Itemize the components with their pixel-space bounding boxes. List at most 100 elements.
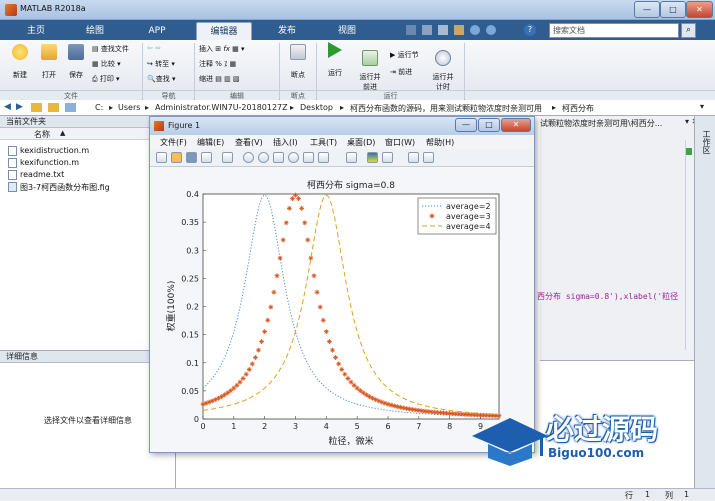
find-button[interactable]: 🔍查找 ▾ [147,74,175,84]
editor-scrollbar[interactable] [685,140,693,350]
link-plot-icon[interactable] [346,152,357,163]
menu-window[interactable]: 窗口(W) [385,137,415,148]
breakpoints-label: 断点 [291,71,305,79]
copy-icon[interactable] [438,25,448,35]
legend-marker [429,213,435,219]
save-label: 保存 [69,71,83,79]
path-segment[interactable]: C: [95,103,103,112]
insert-button[interactable]: 插入 ⊞ fx ▦ ▾ [199,44,245,54]
path-dropdown-icon[interactable]: ▾ [700,102,704,111]
search-docs-input[interactable]: 搜索文档 [549,23,679,38]
data-point-marker [385,401,391,407]
goto-button[interactable]: ↪ 转至 ▾ [147,59,175,69]
colorbar-icon[interactable] [367,152,378,163]
group-label-run: 运行 [317,90,464,100]
data-point-marker [249,361,255,367]
brush-icon[interactable] [318,152,329,163]
rotate-icon[interactable] [288,152,299,163]
file-item[interactable]: readme.txt [20,170,64,179]
legend-entry: average=4 [446,222,491,231]
menu-insert[interactable]: 插入(I) [273,137,298,148]
name-column-header[interactable]: 名称 [34,129,50,140]
file-item[interactable]: kexidistruction.m [20,146,89,155]
save-icon[interactable] [406,25,416,35]
tab-publish[interactable]: 发布 [262,22,312,40]
minimize-button[interactable]: — [634,1,660,18]
hide-tools-icon[interactable] [408,152,419,163]
open-file-icon[interactable] [171,152,182,163]
find-files-button[interactable]: ▤ 查找文件 [92,44,129,54]
data-point-marker [299,205,305,211]
save-ribbon-button[interactable]: 保存 [63,44,89,80]
help-icon[interactable]: ? [524,24,536,36]
save-figure-icon[interactable] [186,152,197,163]
data-point-marker [320,317,326,323]
data-point-marker [302,220,308,226]
tab-home[interactable]: 主页 [14,22,58,40]
menu-edit[interactable]: 编辑(E) [197,137,224,148]
pan-icon[interactable] [273,152,284,163]
row-value: 1 [645,490,651,499]
tab-plots[interactable]: 绘图 [70,22,120,40]
folder-icon[interactable] [48,103,59,112]
path-segment[interactable]: Administrator.WIN7U-20180127Z [155,103,288,112]
back-icon[interactable]: ◀ [4,102,11,112]
close-button[interactable]: ✕ [686,1,713,18]
path-segment[interactable]: Users [118,103,140,112]
run-section-button[interactable]: ▶ 运行节 [390,50,419,60]
show-tools-icon[interactable] [423,152,434,163]
zoom-in-icon[interactable] [243,152,254,163]
run-section-label: 运行节 [397,51,419,59]
tab-view[interactable]: 视图 [322,22,372,40]
paste-icon[interactable] [454,25,464,35]
path-bar[interactable]: ◀ ▶ C: ▸ Users ▸ Administrator.WIN7U-201… [0,100,715,116]
x-tick-label: 0 [200,422,205,431]
menu-tools[interactable]: 工具(T) [310,137,337,148]
search-icon[interactable]: ⌕ [681,23,696,38]
run-button[interactable]: 运行 [322,42,348,78]
open-button[interactable]: 打开 [36,44,62,80]
file-item[interactable]: 图3-7柯西函数分布图.fig [20,182,110,193]
legend[interactable]: average=2average=3average=4 [417,197,497,235]
figure-close-button[interactable]: ✕ [501,118,531,132]
menu-help[interactable]: 帮助(H) [426,137,454,148]
nav-arrows[interactable]: ⇦ ⇨ [147,44,161,52]
undo-icon[interactable] [470,25,480,35]
path-segment[interactable]: 柯西分布函数的源码，用来测试颗粒物浓度时亲测可用 [350,103,542,114]
insert-label: 插入 [199,45,213,53]
new-figure-icon[interactable] [156,152,167,163]
zoom-out-icon[interactable] [258,152,269,163]
compare-label: 比较 [100,60,115,68]
advance-button[interactable]: ⇥ 前进 [390,67,412,77]
comment-button[interactable]: 注释 % ⁒ ▦ [199,59,236,69]
print-icon[interactable] [201,152,212,163]
data-point-marker [354,385,360,391]
folder-icon[interactable] [31,103,42,112]
print-button[interactable]: ⎙ 打印 ▾ [92,74,120,84]
path-segment[interactable]: 柯西分布 [562,103,594,114]
file-item[interactable]: kexifunction.m [20,158,79,167]
compare-button[interactable]: ▦ 比较 ▾ [92,59,121,69]
figure-minimize-button[interactable]: — [455,118,477,132]
data-point-marker [259,339,264,344]
figure-maximize-button[interactable]: □ [478,118,500,132]
indent-button[interactable]: 缩进 ▤ ▥ ▧ [199,74,240,84]
cut-icon[interactable] [422,25,432,35]
menu-view[interactable]: 查看(V) [235,137,263,148]
workspace-title[interactable]: 工作区 [701,130,712,154]
pointer-icon[interactable] [222,152,233,163]
breakpoints-button[interactable]: 断点 [284,44,312,80]
path-segment[interactable]: Desktop [300,103,333,112]
tab-editor[interactable]: 编辑器 [196,22,252,40]
redo-icon[interactable] [486,25,496,35]
tab-apps[interactable]: APP [132,22,182,40]
new-button[interactable]: 新建 [6,44,34,80]
legend-icon[interactable] [382,152,393,163]
menu-file[interactable]: 文件(F) [160,137,187,148]
maximize-button[interactable]: □ [660,1,686,18]
forward-icon[interactable]: ▶ [16,102,23,112]
menu-desktop[interactable]: 桌面(D) [347,137,375,148]
data-cursor-icon[interactable] [303,152,314,163]
up-folder-icon[interactable] [65,103,76,112]
editor-tab-label[interactable]: 试颗粒物浓度时亲测可用\柯西分... [540,118,690,129]
